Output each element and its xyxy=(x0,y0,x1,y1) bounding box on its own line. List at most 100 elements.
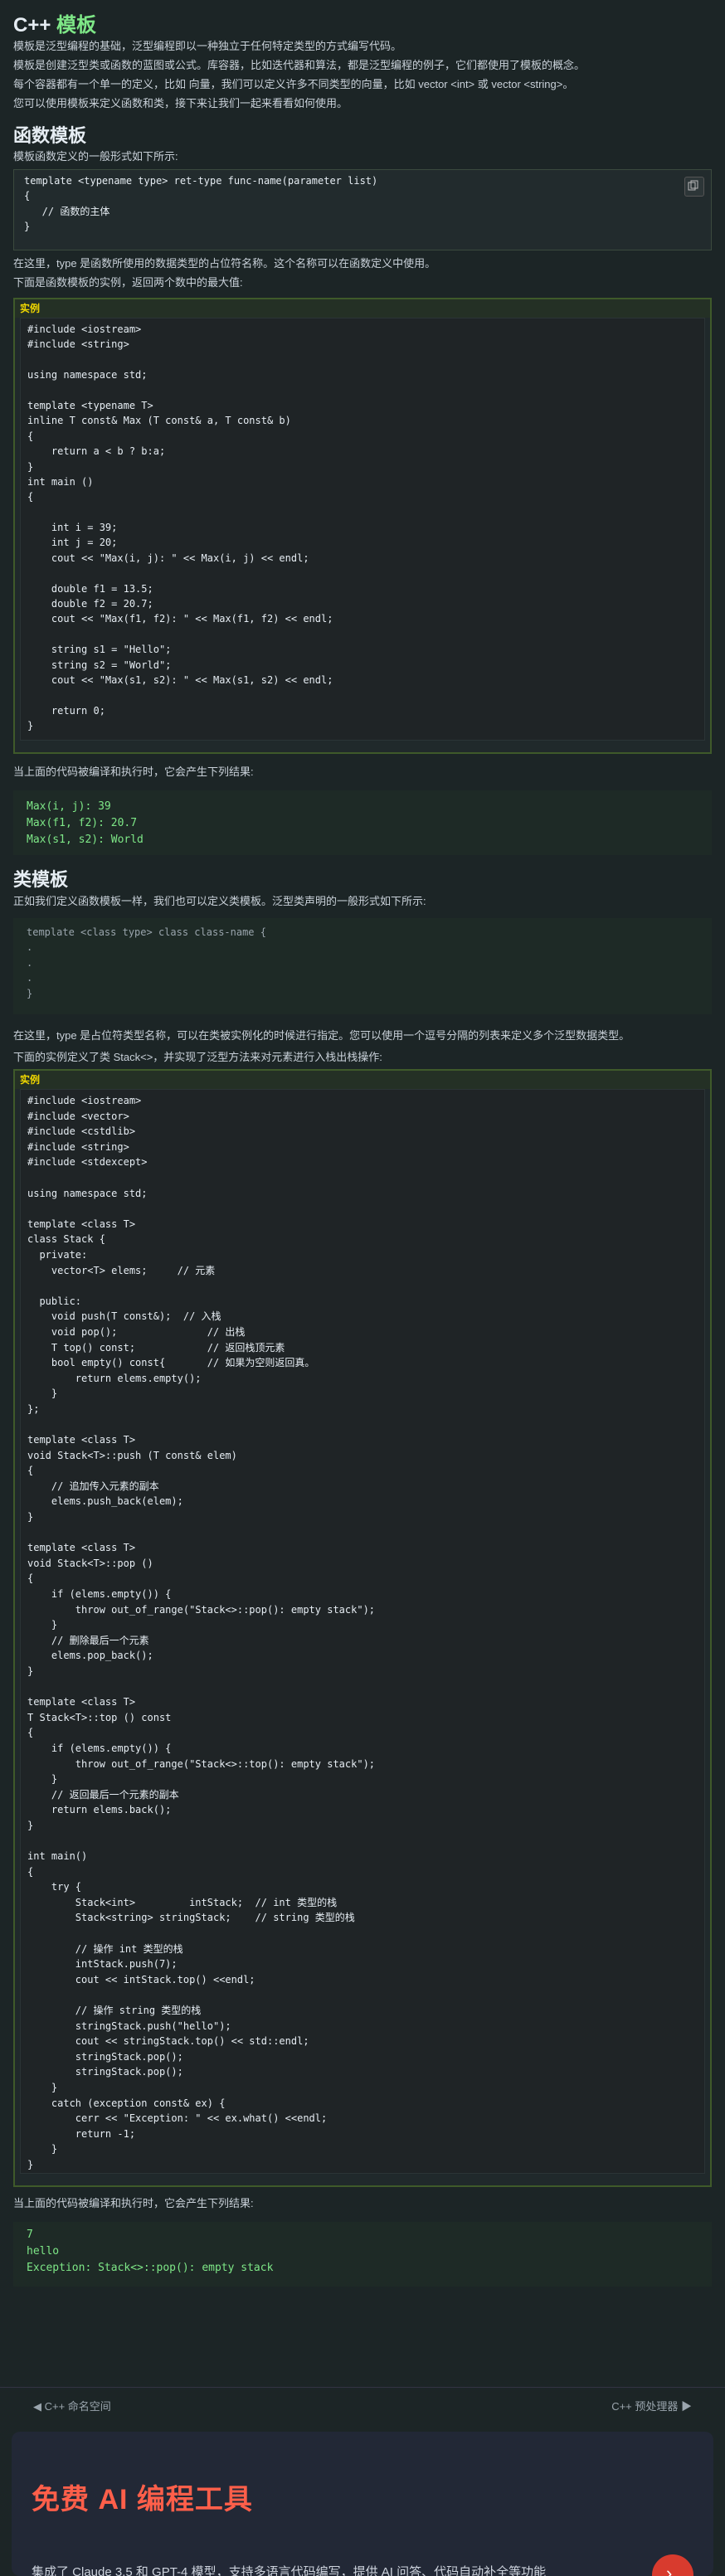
section-heading: 类模板 xyxy=(13,869,69,890)
page: C++ 模板 模板是泛型编程的基础，泛型编程即以一种独立于任何特定类型的方式编写… xyxy=(0,0,725,2576)
code-line: class Stack { xyxy=(27,1233,105,1246)
code-line: void pop(); // 出栈 xyxy=(27,1325,246,1338)
intro-line: 您可以使用模板来定义函数和类，接下来让我们一起来看看如何使用。 xyxy=(13,97,348,109)
code-line: double f1 = 13.5; xyxy=(27,582,153,595)
code-line: 7 xyxy=(27,2228,33,2241)
code-line: #include <stdexcept> xyxy=(27,1156,148,1169)
intro-line: 模板是泛型编程的基础，泛型编程即以一种独立于任何特定类型的方式编写代码。 xyxy=(13,40,402,52)
section-heading: 函数模板 xyxy=(13,125,87,146)
code-line: { xyxy=(24,190,31,202)
paragraph: 下面是函数模板的实例，返回两个数中的最大值: xyxy=(13,276,243,289)
code-line: int main () xyxy=(27,475,94,488)
code-line: catch (exception const& ex) { xyxy=(27,2097,226,2109)
code-line: } xyxy=(27,987,33,999)
code-line: template <class T> xyxy=(27,1696,136,1708)
code-line: } xyxy=(27,2082,58,2093)
promo-arrow-button[interactable]: › xyxy=(652,2554,693,2576)
article: C++ 模板 模板是泛型编程的基础，泛型编程即以一种独立于任何特定类型的方式编写… xyxy=(13,0,712,2287)
syntax-code-block: template <class type> class class-name {… xyxy=(13,918,712,1014)
arrow-right-icon: ▶ xyxy=(678,2400,692,2413)
intro-line: 模板是创建泛型类或函数的蓝图或公式。库容器，比如迭代器和算法，都是泛型编程的例子… xyxy=(13,59,586,71)
code-line: vector<T> elems; // 元素 xyxy=(27,1264,216,1276)
code-line: cout << stringStack.top() << std::endl; xyxy=(27,2035,309,2048)
example-label: 实例 xyxy=(15,299,710,318)
code-line: #include <cstdlib> xyxy=(27,1125,136,1138)
code-line: stringStack.pop(); xyxy=(27,2050,183,2063)
code-line: // 返回最后一个元素的副本 xyxy=(27,1788,179,1801)
code-line: cout << "Max(f1, f2): " << Max(f1, f2) <… xyxy=(27,613,333,625)
promo-banner[interactable]: 免费 AI 编程工具 集成了 Claude 3.5 和 GPT-4 模型，支持多… xyxy=(12,2432,713,2576)
code-line: cout << "Max(i, j): " << Max(i, j) << en… xyxy=(27,552,309,564)
code-line: string s1 = "Hello"; xyxy=(27,644,172,656)
code-line: } xyxy=(24,221,31,233)
code-line: } xyxy=(27,1819,34,1831)
code-line: stringStack.push("hello"); xyxy=(27,2019,231,2032)
code-line: { xyxy=(27,491,34,503)
code-line: template <class T> xyxy=(27,1434,136,1446)
paragraph: 当上面的代码被编译和执行时，它会产生下列结果: xyxy=(13,766,254,778)
code-line: // 函数的主体 xyxy=(24,205,110,217)
syntax-code-block: template <typename type> ret-type func-n… xyxy=(13,169,712,250)
code-line: bool empty() const{ // 如果为空则返回真。 xyxy=(27,1357,315,1369)
code-line: #include <iostream> xyxy=(27,1095,142,1106)
paragraph: 在这里，type 是函数所使用的数据类型的占位符名称。这个名称可以在函数定义中使… xyxy=(13,257,436,270)
code-line: // 操作 string 类型的栈 xyxy=(27,2005,202,2017)
paragraph: 在这里，type 是占位符类型名称，可以在类被实例化的时候进行指定。您可以使用一… xyxy=(13,1029,630,1042)
code-line: void push(T const&); // 入栈 xyxy=(27,1310,221,1323)
code-line: Stack<int> intStack; // int 类型的栈 xyxy=(27,1896,338,1908)
code-line: . xyxy=(27,972,33,984)
code-line: template <typename type> ret-type func-n… xyxy=(24,175,378,187)
code-line: using namespace std; xyxy=(27,1187,148,1199)
code-line: inline T const& Max (T const& a, T const… xyxy=(27,415,291,427)
example-code: #include <iostream> #include <string> usi… xyxy=(20,318,705,741)
code-line: template <class T> xyxy=(27,1542,136,1554)
prev-link[interactable]: ◀ C++ 命名空间 xyxy=(33,2398,111,2413)
code-line: int i = 39; xyxy=(27,522,118,534)
code-line: return elems.empty(); xyxy=(27,1372,202,1384)
copy-button[interactable] xyxy=(684,177,704,197)
section-desc: 正如我们定义函数模板一样，我们也可以定义类模板。泛型类声明的一般形式如下所示: xyxy=(13,895,426,907)
intro: 模板是泛型编程的基础，泛型编程即以一种独立于任何特定类型的方式编写代码。 模板是… xyxy=(13,40,712,116)
code-line: { xyxy=(27,1865,34,1878)
code-line: #include <vector> xyxy=(27,1110,129,1122)
code-line: } xyxy=(27,2158,34,2170)
next-link[interactable]: C++ 预处理器 ▶ xyxy=(611,2398,692,2413)
code-line: } xyxy=(27,1773,58,1786)
code-line: // 操作 int 类型的栈 xyxy=(27,1942,183,1955)
code-line: void Stack<T>::pop () xyxy=(27,1557,153,1569)
code-line: public: xyxy=(27,1295,82,1307)
code-line: elems.push_back(elem); xyxy=(27,1495,183,1508)
code-line: cerr << "Exception: " << ex.what() <<end… xyxy=(27,2112,328,2125)
code-line: } xyxy=(27,1511,34,1524)
code-line: Max(i, j): 39 xyxy=(27,800,111,813)
code-line: { xyxy=(27,430,34,442)
arrow-right-icon: › xyxy=(666,2563,673,2576)
pagination: ◀ C++ 命名空间 C++ 预处理器 ▶ xyxy=(0,2387,725,2421)
example-code: #include <iostream> #include <vector> #inc… xyxy=(20,1089,705,2174)
code-line: . xyxy=(27,941,33,954)
example-box: 实例 #include <iostream> #include <vector> #… xyxy=(13,1069,712,2187)
code-line: stringStack.pop(); xyxy=(27,2066,183,2078)
copy-icon xyxy=(688,180,698,191)
code-line: Max(f1, f2): 20.7 xyxy=(27,817,138,829)
code-line: if (elems.empty()) { xyxy=(27,1588,172,1600)
code-line: Exception: Stack<>::pop(): empty stack xyxy=(27,2262,274,2274)
arrow-left-icon: ◀ xyxy=(33,2400,45,2413)
code-line: { xyxy=(27,1465,34,1477)
code-line: template <class type> class class-name { xyxy=(27,926,266,938)
code-line: }; xyxy=(27,1402,40,1415)
code-line: #include <string> xyxy=(27,1140,129,1153)
code-line: Stack<string> stringStack; // string 类型的… xyxy=(27,1912,355,1924)
code-line: { xyxy=(27,1727,34,1739)
code-line: Max(s1, s2): World xyxy=(27,834,144,846)
code-line: } xyxy=(27,1619,58,1631)
code-line: double f2 = 20.7; xyxy=(27,598,153,610)
output-block: Max(i, j): 39 Max(f1, f2): 20.7 Max(s1, s2… xyxy=(13,790,712,855)
